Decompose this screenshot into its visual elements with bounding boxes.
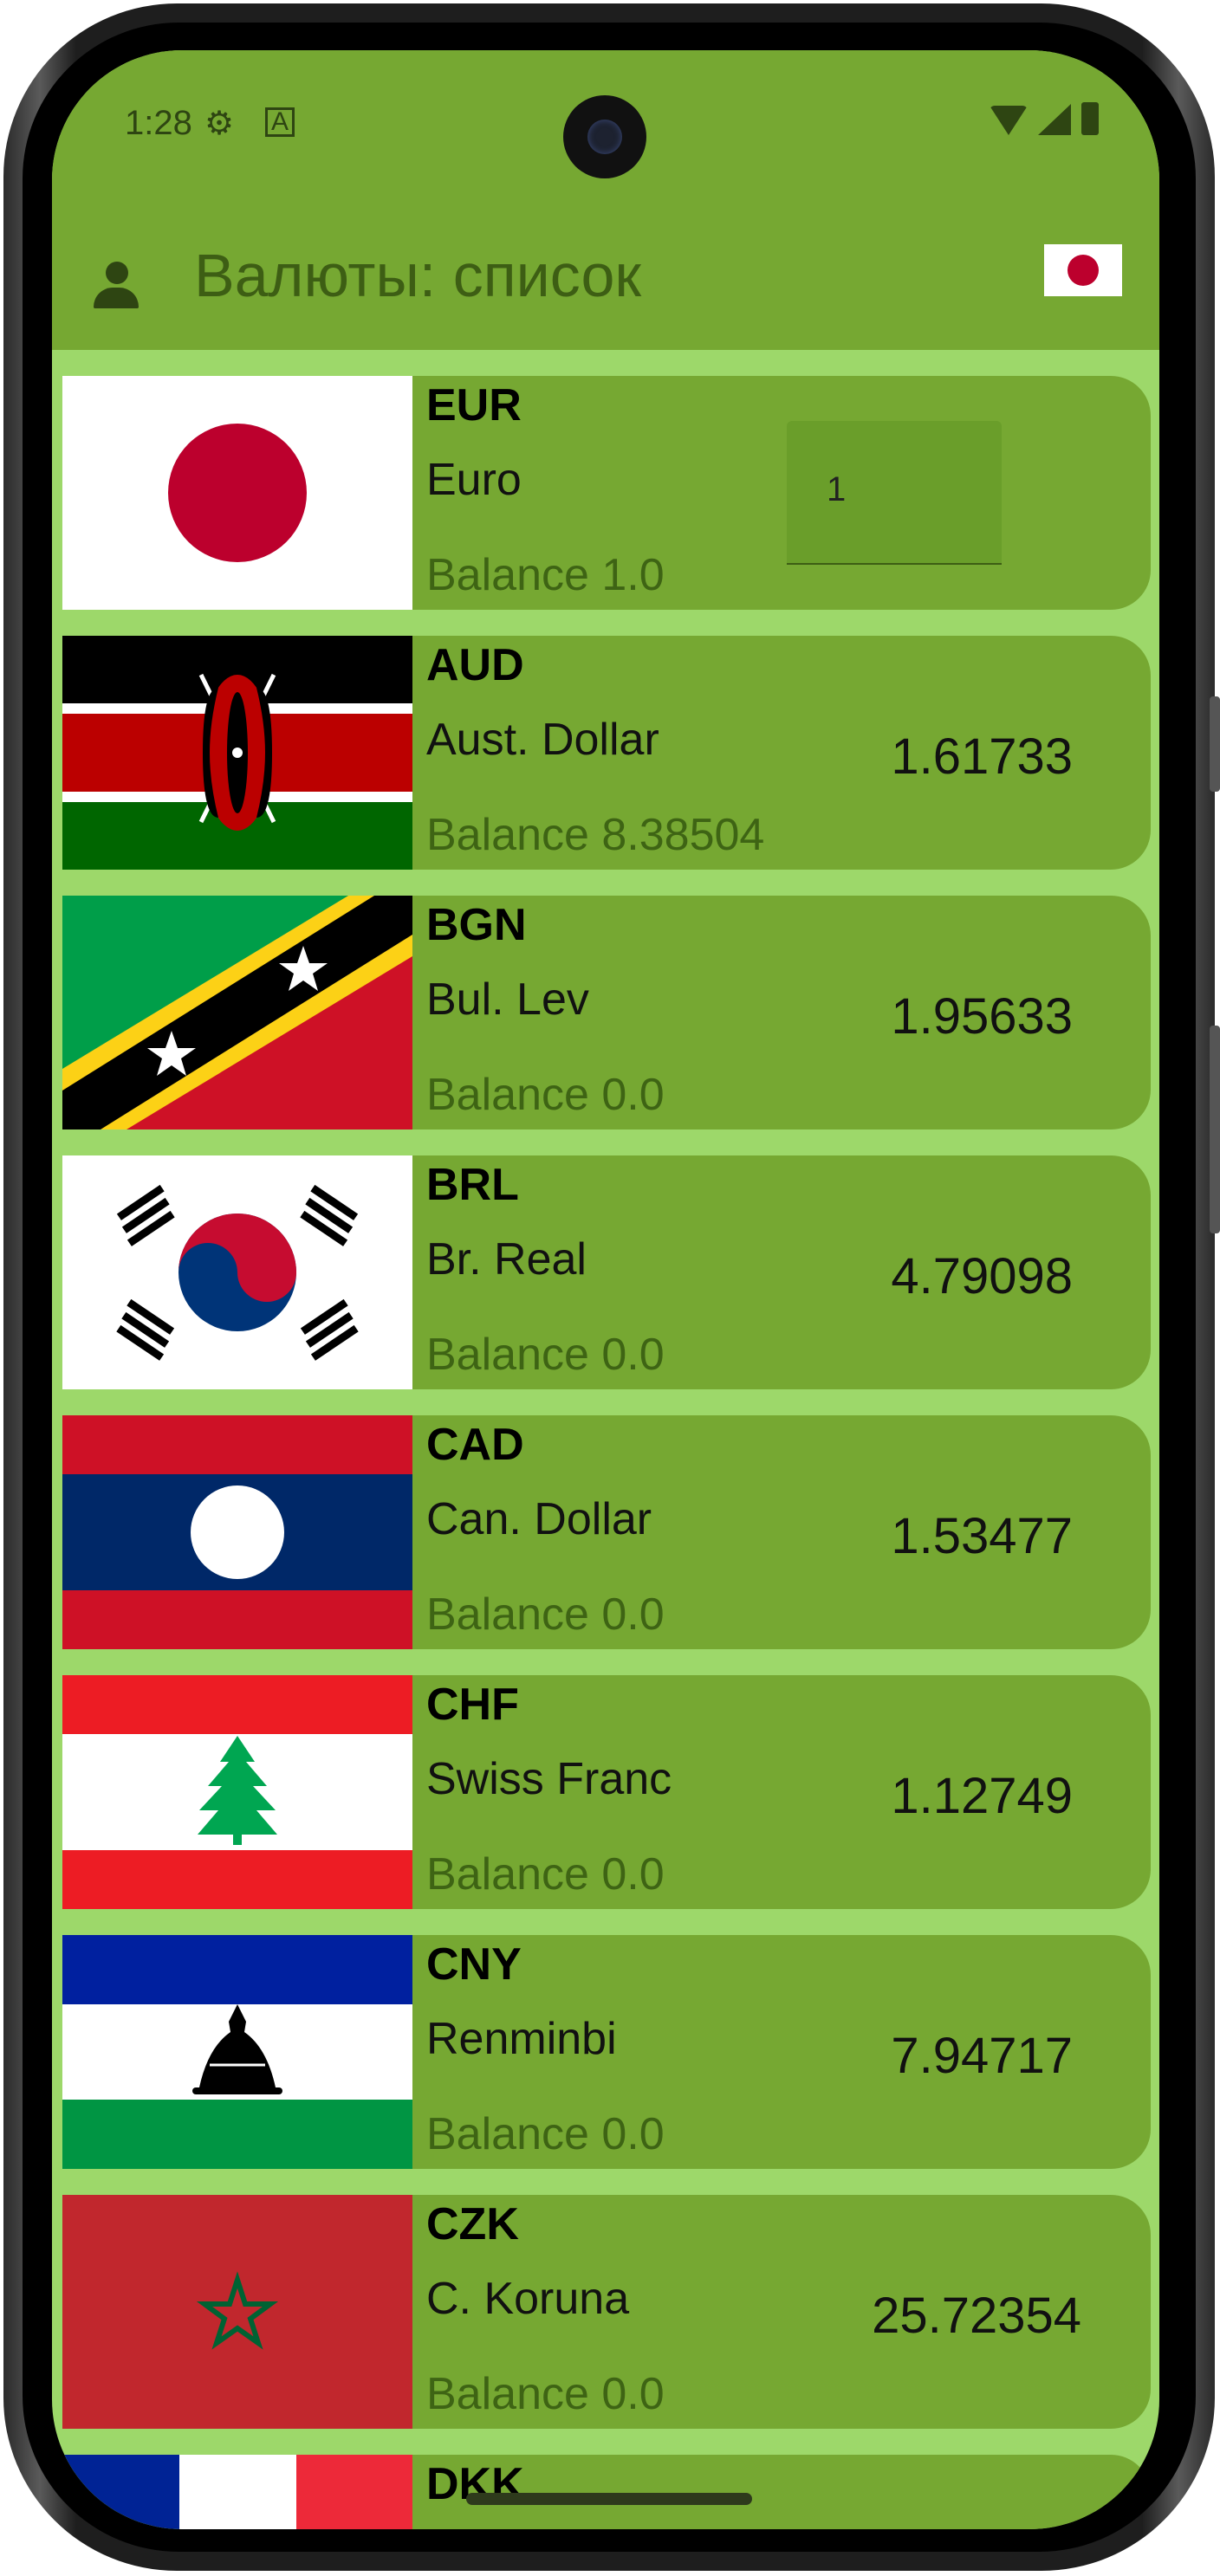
- currency-code: CNY: [426, 1939, 522, 1990]
- currency-name: Bul. Lev: [426, 974, 589, 1025]
- keyboard-icon: A: [265, 107, 295, 137]
- currency-rate: 1.61733: [891, 728, 1073, 785]
- list-item-czk[interactable]: CZK C. Koruna Balance 0.0 25.72354: [62, 2195, 1151, 2429]
- amount-field[interactable]: [787, 421, 1002, 565]
- currency-name: Euro: [426, 455, 522, 505]
- france-flag-icon: [62, 2455, 412, 2529]
- japan-flag-icon: [62, 376, 412, 610]
- currency-name: C. Koruna: [426, 2274, 630, 2324]
- battery-icon: [1081, 102, 1099, 135]
- power-button: [1210, 1026, 1220, 1233]
- list-item-dkk[interactable]: DKK: [62, 2455, 1151, 2529]
- morocco-flag-icon: [62, 2195, 412, 2429]
- currency-balance: Balance 0.0: [426, 2369, 665, 2419]
- currency-rate: 4.79098: [891, 1248, 1073, 1304]
- currency-code: BRL: [426, 1160, 519, 1210]
- currency-rate: 1.12749: [891, 1768, 1073, 1824]
- front-camera: [563, 95, 646, 178]
- currency-code: AUD: [426, 640, 524, 690]
- saint-kitts-flag-icon: [62, 896, 412, 1129]
- account-icon[interactable]: [92, 262, 140, 314]
- currency-code: EUR: [426, 380, 522, 430]
- currency-rate: 7.94717: [891, 2028, 1073, 2084]
- list-item-eur[interactable]: EUR Euro Balance 1.0: [62, 376, 1151, 610]
- list-item-bgn[interactable]: BGN Bul. Lev Balance 0.0 1.95633: [62, 896, 1151, 1129]
- currency-rate: 1.53477: [891, 1508, 1073, 1564]
- south-korea-flag-icon: [62, 1155, 412, 1389]
- signal-icon: [1038, 104, 1071, 135]
- currency-rate: 1.95633: [891, 988, 1073, 1045]
- status-time: 1:28: [125, 104, 192, 142]
- volume-button: [1210, 696, 1220, 792]
- list-item-brl[interactable]: BRL Br. Real Balance 0.0 4.79098: [62, 1155, 1151, 1389]
- currency-code: BGN: [426, 900, 527, 950]
- lebanon-flag-icon: [62, 1675, 412, 1909]
- gesture-bar[interactable]: [466, 2493, 752, 2505]
- wifi-icon: [990, 106, 1028, 135]
- lesotho-flag-icon: [62, 1935, 412, 2169]
- laos-flag-icon: [62, 1415, 412, 1649]
- currency-balance: Balance 0.0: [426, 1589, 665, 1640]
- kenya-flag-icon: [62, 636, 412, 870]
- system-icons: [990, 102, 1099, 135]
- currency-name: Swiss Franc: [426, 1754, 672, 1804]
- currency-balance: Balance 1.0: [426, 550, 665, 600]
- currency-balance: Balance 0.0: [426, 1070, 665, 1120]
- base-currency-flag-icon[interactable]: [1044, 244, 1122, 296]
- currency-code: CHF: [426, 1680, 519, 1730]
- list-item-aud[interactable]: AUD Aust. Dollar Balance 8.38504 1.61733: [62, 636, 1151, 870]
- currency-name: Renminbi: [426, 2014, 617, 2064]
- list-item-cny[interactable]: CNY Renminbi Balance 0.0 7.94717: [62, 1935, 1151, 2169]
- currency-code: CAD: [426, 1420, 524, 1470]
- page-title: Валюты: список: [194, 242, 642, 309]
- amount-input[interactable]: [825, 469, 984, 510]
- settings-icon: ⚙: [204, 106, 235, 142]
- currency-code: CZK: [426, 2199, 519, 2249]
- currency-balance: Balance 0.0: [426, 1330, 665, 1380]
- currency-name: Can. Dollar: [426, 1494, 652, 1544]
- currency-name: Aust. Dollar: [426, 715, 659, 765]
- currency-name: Br. Real: [426, 1234, 587, 1285]
- currency-rate: 25.72354: [872, 2288, 1081, 2344]
- currency-balance: Balance 0.0: [426, 1849, 665, 1900]
- currency-balance: Balance 8.38504: [426, 810, 765, 860]
- currency-balance: Balance 0.0: [426, 2109, 665, 2159]
- list-item-chf[interactable]: CHF Swiss Franc Balance 0.0 1.12749: [62, 1675, 1151, 1909]
- list-item-cad[interactable]: CAD Can. Dollar Balance 0.0 1.53477: [62, 1415, 1151, 1649]
- screen: 1:28 ⚙ A Валюты: список EUR Euro Balance…: [52, 50, 1159, 2529]
- app-bar: 1:28 ⚙ A Валюты: список: [52, 50, 1159, 350]
